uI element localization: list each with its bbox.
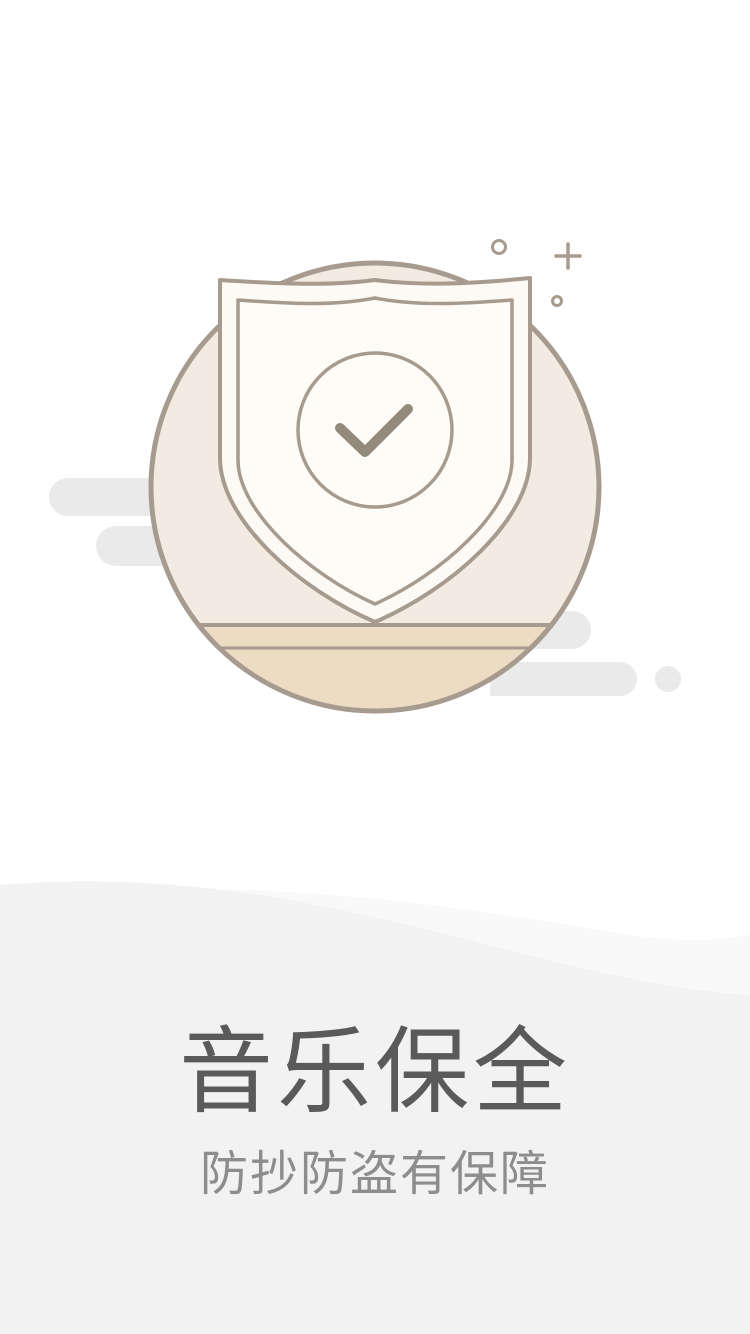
screen: 音乐保全 防抄防盗有保障 xyxy=(0,0,750,1334)
page-title: 音乐保全 xyxy=(178,1018,571,1127)
check-circle xyxy=(296,351,454,509)
page-subtitle: 防抄防盗有保障 xyxy=(199,1146,550,1202)
security-illustration xyxy=(49,239,681,714)
